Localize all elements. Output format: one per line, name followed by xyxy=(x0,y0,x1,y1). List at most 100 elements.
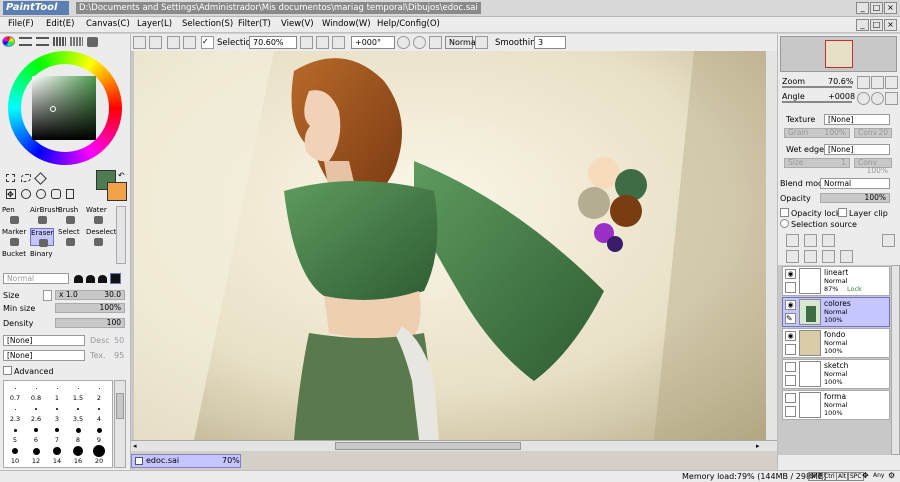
layer-forma[interactable]: forma Normal 100% xyxy=(782,390,890,420)
canvas-horizontal-scrollbar[interactable]: ◂ ▸ xyxy=(131,440,777,451)
brush-texture-select[interactable]: [None] xyxy=(3,335,85,346)
menu-selection[interactable]: Selection(S) xyxy=(182,19,233,29)
brush-size-preset[interactable]: 16 xyxy=(68,445,88,465)
swatch-tab-icon[interactable] xyxy=(53,37,66,46)
delete-layer-icon[interactable] xyxy=(840,250,853,263)
brush-size-preset[interactable]: 2 xyxy=(89,382,109,402)
nav-rotate-reset-icon[interactable] xyxy=(885,92,898,105)
brush-size-preset[interactable]: 2.3 xyxy=(5,403,25,423)
brush-size-preset[interactable]: 7 xyxy=(47,424,67,444)
deselect-icon[interactable] xyxy=(167,36,180,49)
brush-size-preset[interactable]: 4 xyxy=(89,403,109,423)
layer-opacity-slider[interactable]: 100% xyxy=(820,193,890,203)
clear-layer-icon[interactable] xyxy=(822,250,835,263)
undo-icon[interactable] xyxy=(133,36,146,49)
scroll-left-icon[interactable]: ◂ xyxy=(133,442,141,450)
tool-marker[interactable]: Marker xyxy=(2,228,26,246)
brush-size-preset[interactable]: 10 xyxy=(5,445,25,465)
secondary-color-swatch[interactable] xyxy=(107,182,127,201)
layer-lock-checkbox[interactable] xyxy=(785,344,796,355)
opacity-lock-checkbox[interactable] xyxy=(780,208,789,217)
lasso-icon[interactable] xyxy=(21,174,31,182)
layer-mask-icon[interactable] xyxy=(882,234,895,247)
rgb-slider-tab-icon[interactable] xyxy=(19,37,32,46)
tool-binary[interactable]: Binary xyxy=(30,250,54,268)
rotation-field[interactable]: +000° xyxy=(351,36,395,49)
color-picker-tab-icon[interactable] xyxy=(87,37,98,47)
grain-slider[interactable]: Grain 100% xyxy=(784,128,850,138)
zoom-in-icon[interactable] xyxy=(316,36,329,49)
layer-fondo[interactable]: ◉ fondo Normal 100% xyxy=(782,328,890,358)
size-dropdown[interactable] xyxy=(43,290,52,301)
hsv-slider-tab-icon[interactable] xyxy=(36,37,49,46)
navigator-preview[interactable] xyxy=(780,36,897,72)
menu-window[interactable]: Window(W) xyxy=(322,19,371,29)
doc-close-button[interactable]: × xyxy=(884,19,897,31)
layer-colores[interactable]: ◉ ✎ colores Normal 100% xyxy=(782,297,890,327)
layer-lock-checkbox[interactable] xyxy=(785,375,796,386)
brush-size-preset[interactable]: 5 xyxy=(5,424,25,444)
canvas[interactable] xyxy=(134,51,771,440)
minimize-button[interactable]: _ xyxy=(856,2,869,14)
brush-size-preset[interactable]: 12 xyxy=(26,445,46,465)
tool-grid-scrollbar[interactable] xyxy=(116,206,126,264)
selection-source-checkbox[interactable] xyxy=(780,219,789,228)
scroll-thumb[interactable] xyxy=(335,442,521,450)
saturation-value-square[interactable] xyxy=(32,76,96,140)
selection-checkbox[interactable]: ✓ xyxy=(201,36,214,49)
menu-file[interactable]: File(F) xyxy=(8,19,34,29)
brush-size-preset[interactable]: 9 xyxy=(89,424,109,444)
tool-brush[interactable]: Brush xyxy=(58,206,82,224)
layer-clip-checkbox[interactable] xyxy=(838,208,847,217)
brush-size-preset[interactable]: 1.5 xyxy=(68,382,88,402)
tool-eraser[interactable]: Eraser xyxy=(30,228,54,247)
document-tab[interactable]: edoc.sai 70% xyxy=(131,454,241,468)
layer-lock-checkbox[interactable]: ✎ xyxy=(785,313,796,324)
new-layer-icon[interactable] xyxy=(786,234,799,247)
tool-deselect[interactable]: Deselect xyxy=(86,228,117,246)
size-slider[interactable]: x 1.0 30.0 xyxy=(55,290,125,300)
brush-size-preset[interactable]: 3 xyxy=(47,403,67,423)
layer-lock-checkbox[interactable] xyxy=(785,406,796,417)
canvas-vertical-scrollbar[interactable] xyxy=(766,51,777,440)
menu-filter[interactable]: Filter(T) xyxy=(238,19,271,29)
move-icon[interactable]: ✥ xyxy=(6,189,16,199)
layer-list-scrollbar[interactable] xyxy=(891,265,900,455)
brush-size-preset[interactable]: 2.6 xyxy=(26,403,46,423)
presets-scrollbar[interactable] xyxy=(114,380,126,468)
zoom-reset-icon[interactable] xyxy=(332,36,345,49)
maximize-button[interactable]: □ xyxy=(870,2,883,14)
brush-size-preset[interactable]: 0.7 xyxy=(5,382,25,402)
nav-zoom-out-icon[interactable] xyxy=(857,76,870,89)
nav-zoom-slider[interactable] xyxy=(782,86,852,88)
menu-edit[interactable]: Edit(E) xyxy=(46,19,74,29)
layer-lineart[interactable]: ◉ lineart Normal 87% Lock xyxy=(782,266,890,296)
advanced-checkbox[interactable] xyxy=(3,366,12,375)
min-size-slider[interactable]: 100% xyxy=(55,303,125,313)
brush-size-preset[interactable]: 14 xyxy=(47,445,67,465)
brush-size-preset[interactable]: 0.8 xyxy=(26,382,46,402)
brush-shape-selector[interactable] xyxy=(74,273,124,284)
hand-icon[interactable] xyxy=(51,189,61,199)
visibility-eye-icon[interactable]: ◉ xyxy=(785,331,796,341)
merge-down-icon[interactable] xyxy=(804,250,817,263)
menu-canvas[interactable]: Canvas(C) xyxy=(86,19,130,29)
nav-zoom-in-icon[interactable] xyxy=(871,76,884,89)
rotate-right-icon[interactable] xyxy=(413,36,426,49)
texture-conv-slider[interactable]: Conv 20 xyxy=(854,128,892,138)
layer-lock-checkbox[interactable] xyxy=(785,282,796,293)
visibility-eye-icon[interactable]: ◉ xyxy=(785,300,796,310)
wet-conv-slider[interactable]: Conv 100% xyxy=(854,158,892,175)
rotate-tool-icon[interactable] xyxy=(36,189,46,199)
wet-size-slider[interactable]: Size 1 xyxy=(784,158,850,168)
zoom-out-icon[interactable] xyxy=(300,36,313,49)
color-wheel-tab-icon[interactable] xyxy=(2,36,15,47)
density-slider[interactable]: 100 xyxy=(55,318,125,328)
transfer-down-icon[interactable] xyxy=(786,250,799,263)
paper-texture-select[interactable]: [None] xyxy=(3,350,85,361)
texture-select[interactable]: [None] xyxy=(824,114,890,125)
layer-sketch[interactable]: sketch Normal 100% xyxy=(782,359,890,389)
visibility-eye-icon[interactable]: ◉ xyxy=(785,269,796,279)
zoom-tool-icon[interactable] xyxy=(21,189,31,199)
nav-rotate-right-icon[interactable] xyxy=(871,92,884,105)
